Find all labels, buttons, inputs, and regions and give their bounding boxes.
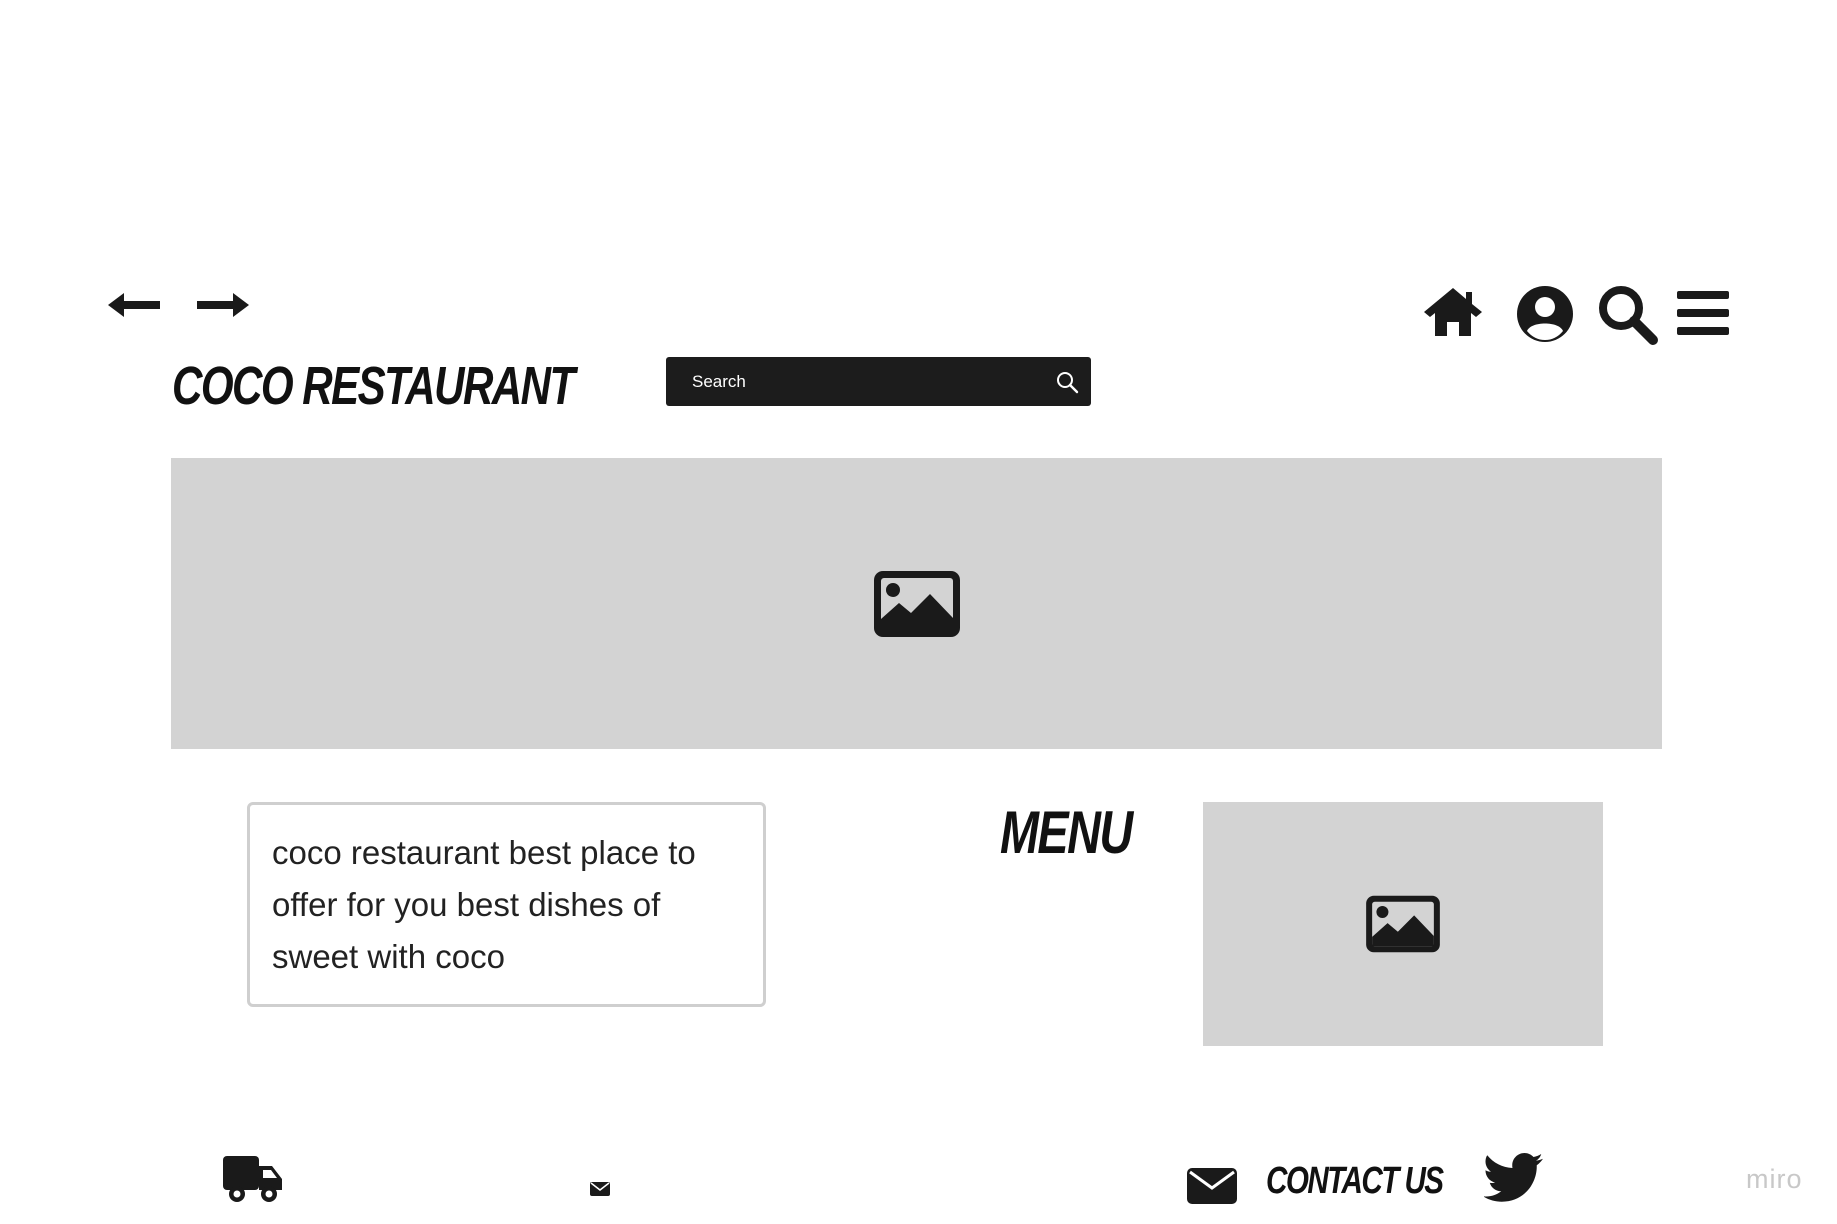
- home-icon: [1422, 286, 1484, 338]
- arrow-right-icon: [195, 290, 251, 320]
- envelope-icon: [1186, 1166, 1238, 1206]
- twitter-button[interactable]: [1484, 1152, 1544, 1204]
- search-bar: [666, 357, 1091, 406]
- mail-small-button[interactable]: [590, 1181, 610, 1197]
- contact-us-link[interactable]: CONTACT US: [1186, 1160, 1444, 1210]
- menu-image[interactable]: [1203, 802, 1603, 1046]
- back-button[interactable]: [106, 290, 162, 320]
- hamburger-menu-icon: [1677, 289, 1729, 337]
- search-input[interactable]: [690, 370, 1055, 393]
- image-icon: [872, 569, 962, 639]
- envelope-icon: [590, 1181, 610, 1197]
- search-icon[interactable]: [1055, 370, 1079, 394]
- account-button[interactable]: [1515, 284, 1575, 344]
- arrow-left-icon: [106, 290, 162, 320]
- home-button[interactable]: [1422, 286, 1484, 338]
- about-text-card: coco restaurant best place to offer for …: [247, 802, 766, 1007]
- search-button[interactable]: [1597, 284, 1659, 346]
- forward-button[interactable]: [195, 290, 251, 320]
- search-icon: [1597, 284, 1659, 346]
- user-circle-icon: [1515, 284, 1575, 344]
- hero-image: [171, 458, 1662, 749]
- restaurant-title: COCO RESTAURANT: [172, 356, 575, 416]
- image-icon: [1364, 894, 1442, 954]
- twitter-icon: [1484, 1152, 1544, 1204]
- menu-button[interactable]: [1677, 289, 1729, 337]
- menu-heading: MENU: [1000, 799, 1133, 866]
- truck-icon: [222, 1154, 284, 1204]
- miro-watermark: miro: [1746, 1164, 1803, 1194]
- about-text: coco restaurant best place to offer for …: [272, 834, 696, 975]
- contact-us-label: CONTACT US: [1266, 1160, 1444, 1202]
- delivery-button[interactable]: [222, 1154, 284, 1204]
